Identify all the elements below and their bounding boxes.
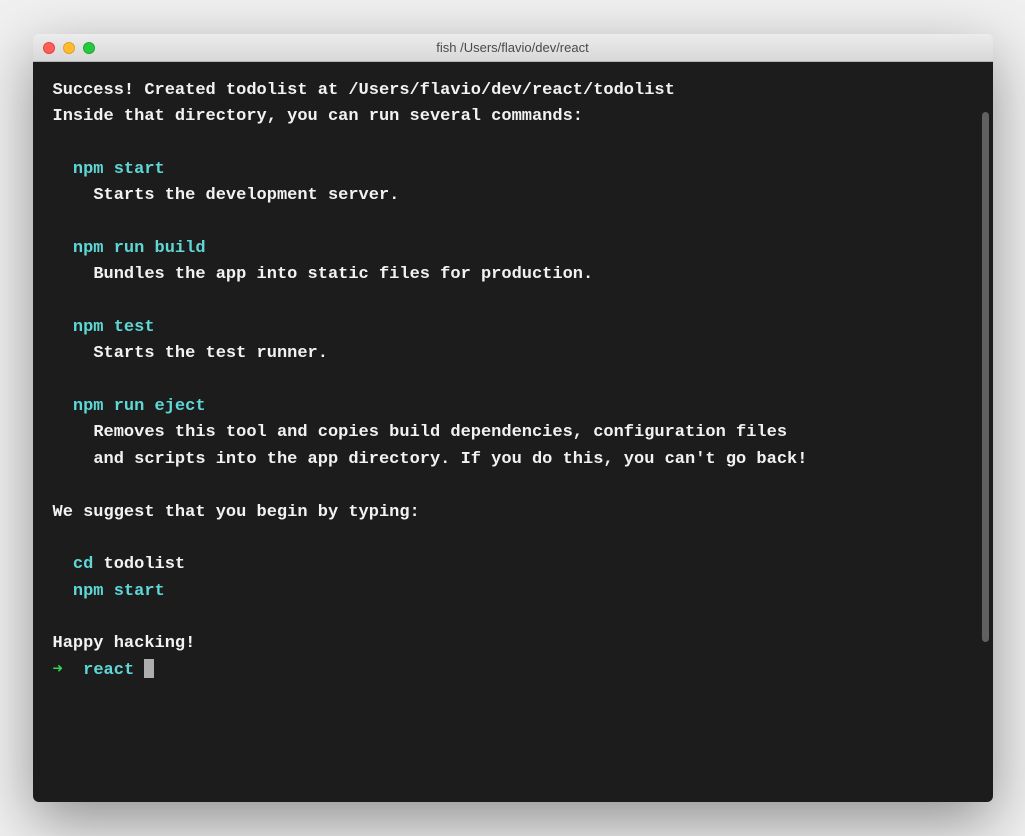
cd-command: cd [73, 555, 93, 574]
traffic-lights [43, 42, 95, 54]
scrollbar[interactable] [982, 112, 989, 642]
terminal-window: fish /Users/flavio/dev/react Success! Cr… [33, 34, 993, 802]
prompt-arrow-icon: ➜ [53, 661, 63, 680]
close-button[interactable] [43, 42, 55, 54]
blank-line [53, 210, 973, 236]
window-title: fish /Users/flavio/dev/react [43, 40, 983, 55]
output-happy: Happy hacking! [53, 631, 973, 657]
blank-line [53, 605, 973, 631]
command-desc: and scripts into the app directory. If y… [53, 447, 973, 473]
prompt-cwd: react [83, 661, 134, 680]
command-block: npm run eject [53, 394, 973, 420]
output-inside: Inside that directory, you can run sever… [53, 104, 973, 130]
suggested-cd: cd todolist [53, 552, 973, 578]
terminal-body[interactable]: Success! Created todolist at /Users/flav… [33, 62, 993, 802]
maximize-button[interactable] [83, 42, 95, 54]
command-block: npm start [53, 157, 973, 183]
command-desc: Removes this tool and copies build depen… [53, 420, 973, 446]
command-name: npm test [73, 318, 155, 337]
command-desc: Bundles the app into static files for pr… [53, 262, 973, 288]
start-command: npm start [73, 582, 165, 601]
blank-line [53, 526, 973, 552]
prompt-line[interactable]: ➜ react [53, 658, 973, 684]
command-block: npm test [53, 315, 973, 341]
output-success: Success! Created todolist at /Users/flav… [53, 78, 973, 104]
command-desc: Starts the development server. [53, 183, 973, 209]
cd-arg: todolist [104, 555, 186, 574]
blank-line [53, 131, 973, 157]
command-name: npm run eject [73, 397, 206, 416]
titlebar[interactable]: fish /Users/flavio/dev/react [33, 34, 993, 62]
minimize-button[interactable] [63, 42, 75, 54]
blank-line [53, 368, 973, 394]
output-suggest: We suggest that you begin by typing: [53, 500, 973, 526]
command-desc: Starts the test runner. [53, 341, 973, 367]
cursor-icon [144, 659, 154, 678]
suggested-start: npm start [53, 579, 973, 605]
command-name: npm run build [73, 239, 206, 258]
blank-line [53, 473, 973, 499]
command-name: npm start [73, 160, 165, 179]
command-block: npm run build [53, 236, 973, 262]
blank-line [53, 289, 973, 315]
